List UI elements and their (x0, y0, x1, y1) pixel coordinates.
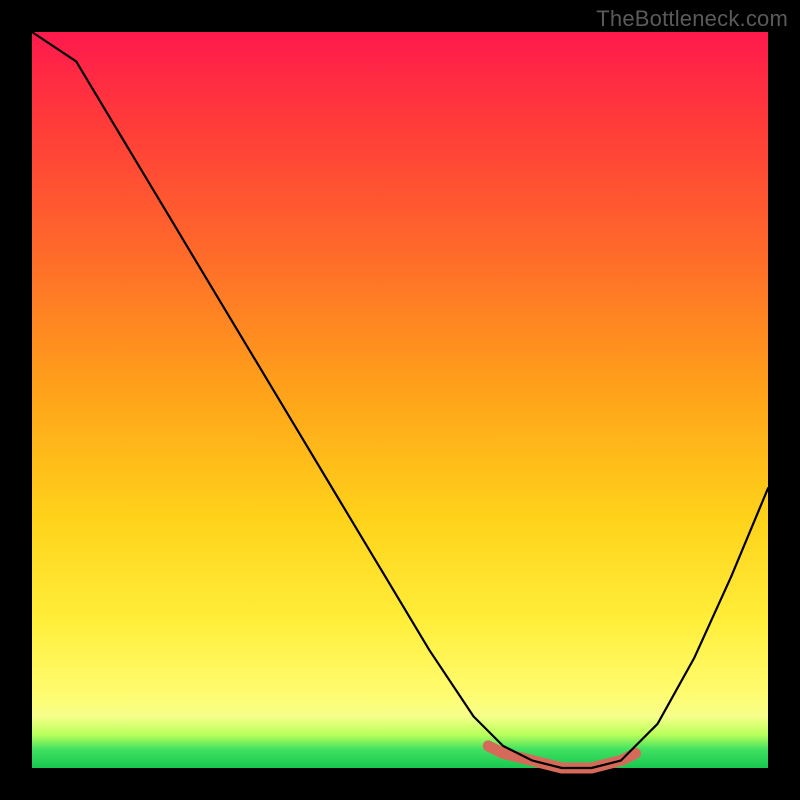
bottleneck-curve (32, 32, 768, 768)
chart-plot-area (32, 32, 768, 768)
chart-svg (32, 32, 768, 768)
chart-frame: TheBottleneck.com (0, 0, 800, 800)
watermark-text: TheBottleneck.com (596, 6, 788, 32)
